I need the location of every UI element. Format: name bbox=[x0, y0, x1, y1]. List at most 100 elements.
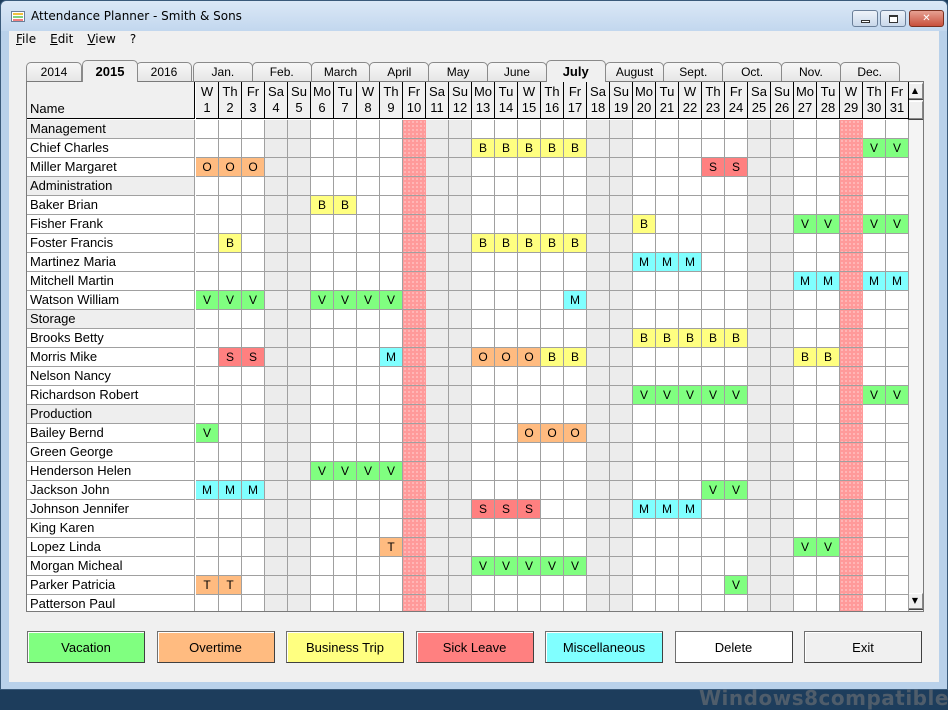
day-cell[interactable] bbox=[242, 443, 265, 462]
day-cell[interactable] bbox=[219, 215, 242, 234]
day-cell[interactable] bbox=[472, 481, 495, 500]
day-cell[interactable] bbox=[702, 443, 725, 462]
scroll-thumb[interactable] bbox=[907, 101, 923, 119]
day-cell[interactable] bbox=[380, 405, 403, 424]
day-cell[interactable] bbox=[265, 424, 288, 443]
day-cell[interactable] bbox=[702, 234, 725, 253]
day-cell[interactable] bbox=[748, 196, 771, 215]
day-cell[interactable] bbox=[311, 500, 334, 519]
day-cell[interactable] bbox=[541, 291, 564, 310]
holiday-cell[interactable] bbox=[403, 234, 426, 253]
day-cell[interactable] bbox=[748, 386, 771, 405]
day-cell[interactable] bbox=[449, 424, 472, 443]
day-cell[interactable] bbox=[518, 462, 541, 481]
day-cell[interactable] bbox=[426, 576, 449, 595]
day-cell[interactable] bbox=[886, 519, 909, 538]
day-cell[interactable] bbox=[564, 196, 587, 215]
day-cell[interactable] bbox=[587, 424, 610, 443]
day-cell[interactable] bbox=[633, 538, 656, 557]
attendance-cell-T[interactable]: T bbox=[380, 538, 403, 557]
day-cell[interactable] bbox=[702, 367, 725, 386]
day-cell[interactable] bbox=[334, 272, 357, 291]
holiday-cell[interactable] bbox=[840, 386, 863, 405]
employee-name[interactable]: Richardson Robert bbox=[27, 386, 195, 405]
day-cell[interactable] bbox=[863, 196, 886, 215]
day-cell[interactable] bbox=[449, 158, 472, 177]
attendance-cell-S[interactable]: S bbox=[725, 158, 748, 177]
attendance-cell-M[interactable]: M bbox=[656, 500, 679, 519]
day-cell[interactable] bbox=[679, 538, 702, 557]
holiday-cell[interactable] bbox=[403, 158, 426, 177]
day-cell[interactable] bbox=[288, 405, 311, 424]
day-cell[interactable] bbox=[817, 595, 840, 611]
attendance-cell-V[interactable]: V bbox=[564, 557, 587, 576]
day-cell[interactable] bbox=[679, 291, 702, 310]
day-cell[interactable] bbox=[495, 519, 518, 538]
day-cell[interactable] bbox=[794, 405, 817, 424]
day-cell[interactable] bbox=[449, 310, 472, 329]
day-cell[interactable] bbox=[541, 576, 564, 595]
day-cell[interactable] bbox=[242, 538, 265, 557]
day-cell[interactable] bbox=[196, 462, 219, 481]
day-cell[interactable] bbox=[748, 557, 771, 576]
day-cell[interactable] bbox=[771, 538, 794, 557]
day-cell[interactable] bbox=[633, 481, 656, 500]
day-cell[interactable] bbox=[449, 177, 472, 196]
day-cell[interactable] bbox=[472, 253, 495, 272]
attendance-cell-V[interactable]: V bbox=[518, 557, 541, 576]
day-cell[interactable] bbox=[817, 443, 840, 462]
day-cell[interactable] bbox=[334, 481, 357, 500]
department-name[interactable]: Administration bbox=[27, 177, 195, 196]
day-cell[interactable] bbox=[702, 196, 725, 215]
day-cell[interactable] bbox=[587, 576, 610, 595]
day-header[interactable]: Su 26 bbox=[771, 82, 794, 119]
scroll-down-button[interactable]: ▼ bbox=[907, 593, 923, 609]
day-cell[interactable] bbox=[633, 443, 656, 462]
day-cell[interactable] bbox=[541, 595, 564, 611]
day-cell[interactable] bbox=[679, 405, 702, 424]
day-cell[interactable] bbox=[518, 272, 541, 291]
holiday-cell[interactable] bbox=[403, 500, 426, 519]
day-cell[interactable] bbox=[610, 557, 633, 576]
day-cell[interactable] bbox=[518, 443, 541, 462]
day-cell[interactable] bbox=[817, 519, 840, 538]
day-cell[interactable] bbox=[817, 310, 840, 329]
day-cell[interactable] bbox=[219, 405, 242, 424]
day-cell[interactable] bbox=[771, 139, 794, 158]
day-cell[interactable] bbox=[817, 234, 840, 253]
attendance-cell-V[interactable]: V bbox=[794, 215, 817, 234]
day-cell[interactable] bbox=[587, 443, 610, 462]
day-cell[interactable] bbox=[679, 139, 702, 158]
day-cell[interactable] bbox=[265, 329, 288, 348]
holiday-cell[interactable] bbox=[403, 386, 426, 405]
day-cell[interactable] bbox=[518, 538, 541, 557]
day-cell[interactable] bbox=[610, 139, 633, 158]
holiday-cell[interactable] bbox=[840, 139, 863, 158]
day-cell[interactable] bbox=[587, 519, 610, 538]
day-cell[interactable] bbox=[357, 120, 380, 139]
day-cell[interactable] bbox=[242, 120, 265, 139]
day-cell[interactable] bbox=[656, 424, 679, 443]
day-cell[interactable] bbox=[794, 576, 817, 595]
day-cell[interactable] bbox=[495, 367, 518, 386]
day-cell[interactable] bbox=[633, 348, 656, 367]
day-header[interactable]: Th 16 bbox=[541, 82, 564, 119]
attendance-cell-V[interactable]: V bbox=[679, 386, 702, 405]
day-cell[interactable] bbox=[196, 196, 219, 215]
day-cell[interactable] bbox=[794, 481, 817, 500]
day-cell[interactable] bbox=[771, 500, 794, 519]
day-cell[interactable] bbox=[656, 158, 679, 177]
day-cell[interactable] bbox=[265, 557, 288, 576]
attendance-cell-V[interactable]: V bbox=[886, 139, 909, 158]
day-cell[interactable] bbox=[587, 215, 610, 234]
day-cell[interactable] bbox=[518, 120, 541, 139]
exit-button[interactable]: Exit bbox=[804, 631, 922, 663]
day-cell[interactable] bbox=[219, 272, 242, 291]
attendance-cell-V[interactable]: V bbox=[633, 386, 656, 405]
attendance-cell-B[interactable]: B bbox=[518, 139, 541, 158]
day-cell[interactable] bbox=[426, 538, 449, 557]
day-cell[interactable] bbox=[357, 177, 380, 196]
day-cell[interactable] bbox=[380, 557, 403, 576]
day-cell[interactable] bbox=[863, 538, 886, 557]
attendance-cell-M[interactable]: M bbox=[633, 500, 656, 519]
